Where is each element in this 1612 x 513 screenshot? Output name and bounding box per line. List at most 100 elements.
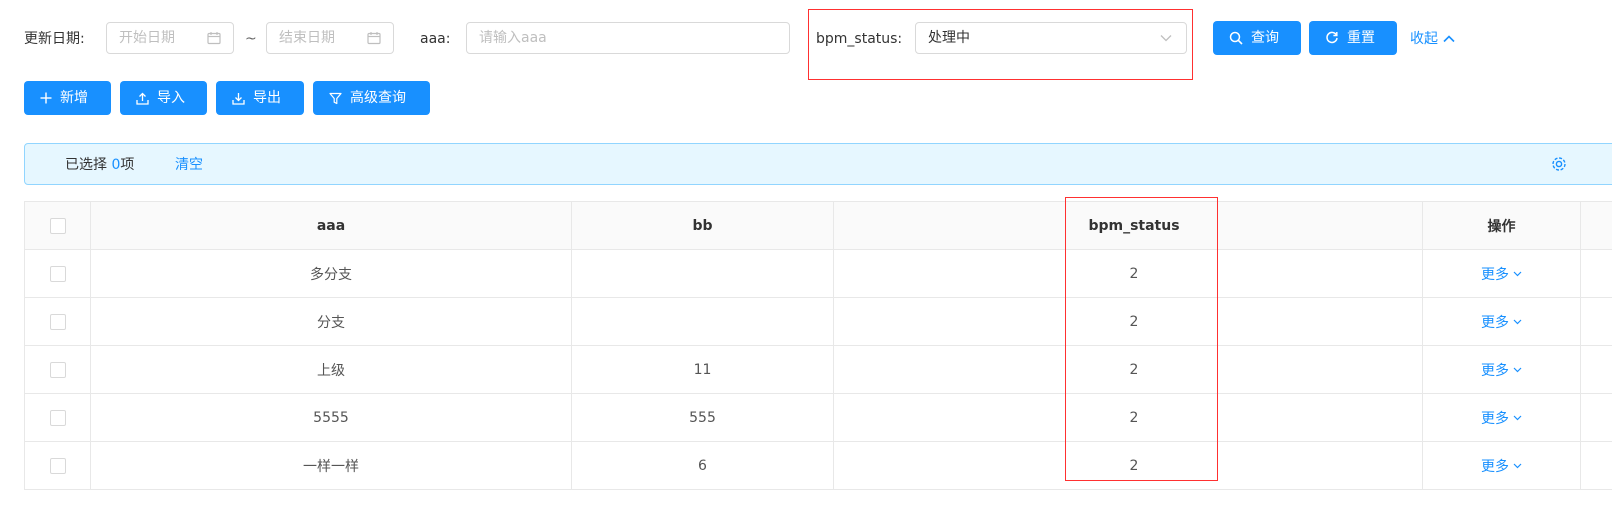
row-checkbox[interactable]	[49, 409, 66, 426]
select-all-checkbox[interactable]	[49, 217, 66, 234]
cell-bpm-status: 2	[833, 249, 1423, 298]
chevron-up-icon	[1443, 35, 1455, 43]
selection-suffix: 项	[120, 157, 135, 173]
more-dropdown[interactable]: 更多	[1481, 360, 1522, 380]
cell-bpm-status: 2	[833, 393, 1423, 442]
reload-icon	[1326, 31, 1338, 44]
table-row: 一样一样 6 2 更多	[24, 441, 1612, 490]
cell-aaa: 一样一样	[90, 441, 572, 490]
search-button[interactable]: 查询	[1213, 21, 1301, 55]
more-dropdown[interactable]: 更多	[1481, 312, 1522, 332]
cell-bb: 11	[571, 345, 834, 394]
bpm-status-select[interactable]: 处理中	[915, 22, 1187, 54]
table-row: 多分支 2 更多	[24, 249, 1612, 298]
header-bpm-status-label: bpm_status	[1088, 217, 1180, 234]
cell-bpm-status-value: 2	[1129, 409, 1139, 426]
clear-selection-link[interactable]: 清空	[175, 155, 203, 175]
cell-bpm-status-value: 2	[1129, 265, 1139, 282]
cell-bb	[571, 297, 834, 346]
end-date-placeholder: 结束日期	[279, 30, 335, 46]
chevron-down-icon	[1513, 463, 1522, 468]
cell-aaa: 分支	[90, 297, 572, 346]
header-select-all[interactable]	[24, 201, 91, 250]
collapse-toggle[interactable]: 收起	[1410, 29, 1455, 49]
row-checkbox[interactable]	[49, 361, 66, 378]
chevron-down-icon	[1513, 367, 1522, 372]
table-row: 分支 2 更多	[24, 297, 1612, 346]
download-icon	[232, 92, 245, 105]
cell-actions: 更多	[1422, 297, 1581, 346]
header-aaa: aaa	[90, 201, 572, 250]
cell-bpm-status: 2	[833, 297, 1423, 346]
bpm-status-selected-value: 处理中	[928, 30, 970, 46]
row-select-cell[interactable]	[24, 393, 91, 442]
more-label: 更多	[1481, 410, 1509, 427]
import-button-label: 导入	[157, 90, 185, 106]
reset-button-label: 重置	[1347, 30, 1375, 46]
settings-icon[interactable]	[1551, 156, 1567, 172]
cell-actions: 更多	[1422, 249, 1581, 298]
plus-icon	[40, 92, 52, 104]
header-actions: 操作	[1422, 201, 1581, 250]
add-button[interactable]: 新增	[24, 81, 111, 115]
aaa-input[interactable]: 请输入aaa	[466, 22, 790, 54]
chevron-down-icon	[1513, 415, 1522, 420]
row-select-cell[interactable]	[24, 249, 91, 298]
cell-actions: 更多	[1422, 345, 1581, 394]
chevron-down-icon	[1513, 319, 1522, 324]
data-table: aaa bb bpm_status 操作 多分支 2 更多 分支 2 更多 上级 11 2 更多 5…	[24, 201, 1612, 490]
selection-alert-bar: 已选择 0项 清空	[24, 143, 1612, 185]
cell-empty	[1580, 297, 1612, 346]
reset-button[interactable]: 重置	[1309, 21, 1397, 55]
cell-aaa: 5555	[90, 393, 572, 442]
table-row: 5555 555 2 更多	[24, 393, 1612, 442]
chevron-down-icon	[1160, 35, 1172, 42]
cell-empty	[1580, 393, 1612, 442]
row-checkbox[interactable]	[49, 265, 66, 282]
row-select-cell[interactable]	[24, 297, 91, 346]
cell-aaa: 上级	[90, 345, 572, 394]
collapse-label: 收起	[1410, 31, 1438, 47]
end-date-input[interactable]: 结束日期	[266, 22, 394, 54]
search-icon	[1229, 31, 1243, 45]
table-header-row: aaa bb bpm_status 操作	[24, 201, 1612, 250]
header-bpm-status: bpm_status	[833, 201, 1423, 250]
advanced-query-button[interactable]: 高级查询	[313, 81, 430, 115]
row-select-cell[interactable]	[24, 345, 91, 394]
selection-prefix: 已选择	[65, 157, 107, 173]
date-range-separator: ~	[245, 31, 257, 47]
export-button-label: 导出	[253, 90, 281, 106]
advanced-query-button-label: 高级查询	[350, 90, 406, 106]
upload-icon	[136, 92, 149, 105]
aaa-label: aaa:	[420, 31, 451, 47]
cell-bpm-status-value: 2	[1129, 457, 1139, 474]
aaa-placeholder: 请输入aaa	[479, 30, 547, 46]
cell-empty	[1580, 249, 1612, 298]
cell-aaa: 多分支	[90, 249, 572, 298]
cell-empty	[1580, 441, 1612, 490]
export-button[interactable]: 导出	[216, 81, 304, 115]
selection-info: 已选择 0项	[65, 155, 134, 175]
bpm-status-label: bpm_status:	[816, 31, 903, 47]
cell-bb: 555	[571, 393, 834, 442]
search-button-label: 查询	[1251, 30, 1279, 46]
import-button[interactable]: 导入	[120, 81, 207, 115]
cell-empty	[1580, 345, 1612, 394]
calendar-icon	[207, 32, 221, 45]
cell-bpm-status: 2	[833, 441, 1423, 490]
row-checkbox[interactable]	[49, 457, 66, 474]
cell-actions: 更多	[1422, 441, 1581, 490]
more-dropdown[interactable]: 更多	[1481, 264, 1522, 284]
cell-bpm-status-value: 2	[1129, 313, 1139, 330]
filter-icon	[329, 92, 342, 104]
cell-bb: 6	[571, 441, 834, 490]
row-checkbox[interactable]	[49, 313, 66, 330]
more-dropdown[interactable]: 更多	[1481, 456, 1522, 476]
start-date-input[interactable]: 开始日期	[106, 22, 234, 54]
more-dropdown[interactable]: 更多	[1481, 408, 1522, 428]
table-row: 上级 11 2 更多	[24, 345, 1612, 394]
more-label: 更多	[1481, 314, 1509, 331]
row-select-cell[interactable]	[24, 441, 91, 490]
header-bb: bb	[571, 201, 834, 250]
cell-bpm-status: 2	[833, 345, 1423, 394]
